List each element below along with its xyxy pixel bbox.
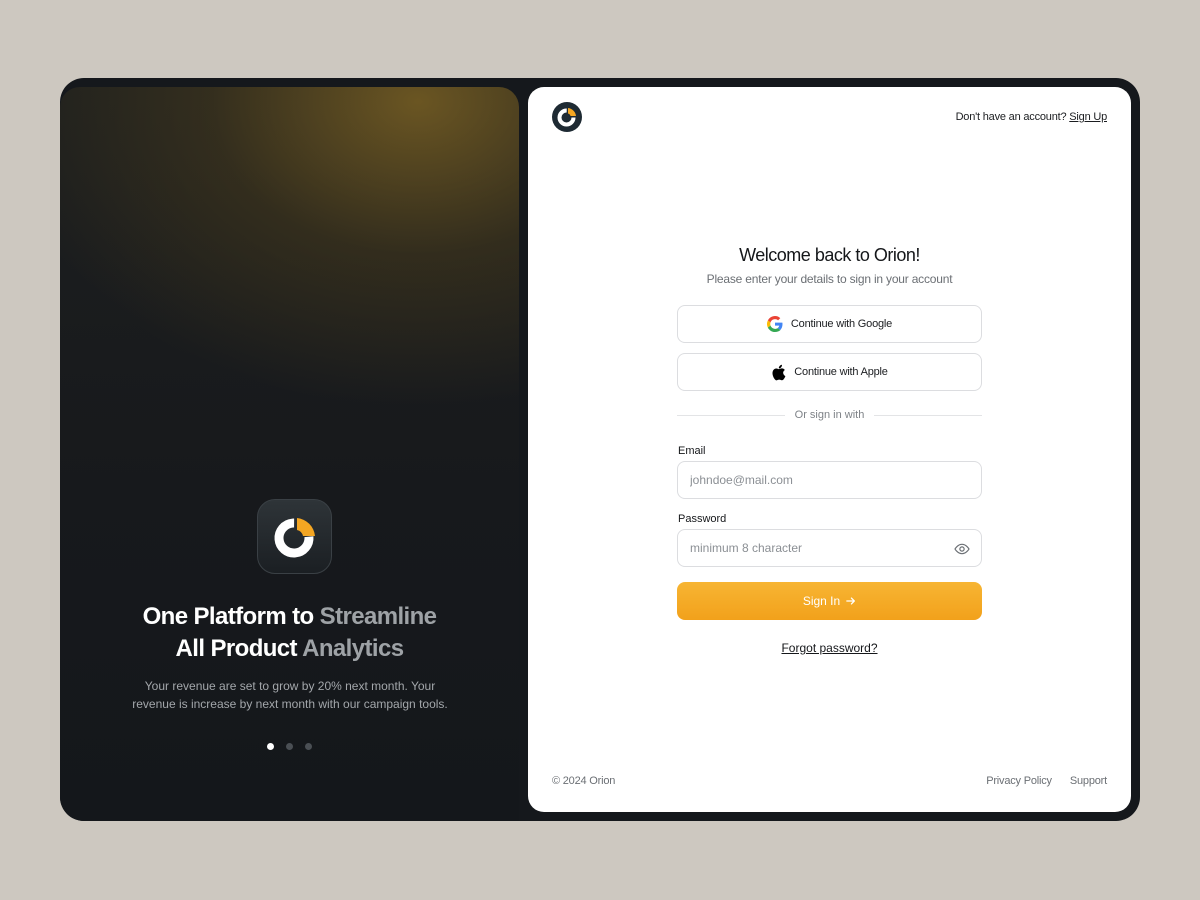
headline-part: One Platform to bbox=[142, 603, 315, 630]
password-label: Password bbox=[678, 513, 727, 525]
support-link[interactable]: Support bbox=[1070, 775, 1107, 787]
carousel-dot-2[interactable] bbox=[286, 743, 293, 750]
divider-line bbox=[677, 414, 785, 416]
forgot-password-link[interactable]: Forgot password? bbox=[781, 641, 877, 655]
page-title: Welcome back to Orion! bbox=[739, 245, 920, 265]
or-divider: Or sign in with bbox=[677, 409, 983, 421]
hero-description: Your revenue are set to grow by 20% next… bbox=[132, 679, 448, 711]
headline-part-dim: Analytics bbox=[302, 635, 404, 662]
privacy-policy-link[interactable]: Privacy Policy bbox=[986, 775, 1052, 787]
apple-button-label: Continue with Apple bbox=[794, 366, 888, 378]
divider-line bbox=[874, 414, 983, 416]
password-field-wrapper bbox=[677, 529, 982, 567]
signup-link[interactable]: Sign Up bbox=[1069, 111, 1107, 123]
signin-panel: Don't have an account? Sign Up Welcome b… bbox=[528, 87, 1131, 812]
arrow-right-icon bbox=[846, 597, 856, 605]
google-icon bbox=[766, 316, 783, 332]
signin-button[interactable]: Sign In bbox=[677, 582, 982, 620]
apple-icon bbox=[772, 364, 786, 380]
carousel-dots bbox=[60, 743, 519, 750]
carousel-dot-3[interactable] bbox=[305, 743, 312, 750]
divider-text: Or sign in with bbox=[794, 409, 865, 421]
app-logo-icon bbox=[257, 499, 332, 574]
signup-prompt: Don't have an account? Sign Up bbox=[955, 111, 1108, 123]
google-signin-button[interactable]: Continue with Google bbox=[677, 305, 982, 343]
apple-signin-button[interactable]: Continue with Apple bbox=[677, 353, 982, 391]
forgot-password-row: Forgot password? bbox=[528, 639, 1131, 657]
signup-prompt-text: Don't have an account? bbox=[955, 111, 1067, 123]
headline-part-dim: Streamline bbox=[319, 603, 437, 630]
google-button-label: Continue with Google bbox=[790, 318, 893, 330]
page-subtitle: Please enter your details to sign in you… bbox=[706, 272, 953, 286]
email-label: Email bbox=[678, 445, 706, 457]
hero-panel: One Platform to Streamline All Product A… bbox=[60, 87, 519, 821]
hero-headline: One Platform to Streamline All Product A… bbox=[60, 601, 519, 665]
password-field[interactable] bbox=[678, 530, 981, 566]
orion-logo-icon[interactable] bbox=[551, 101, 583, 133]
footer-links: Privacy Policy Support bbox=[986, 775, 1107, 787]
signin-button-label: Sign In bbox=[802, 594, 841, 608]
email-field-wrapper bbox=[677, 461, 982, 499]
copyright: © 2024 Orion bbox=[552, 775, 616, 787]
email-field[interactable] bbox=[678, 462, 981, 498]
eye-icon[interactable] bbox=[954, 541, 970, 557]
headline-part: All Product bbox=[175, 635, 298, 662]
carousel-dot-1[interactable] bbox=[267, 743, 274, 750]
